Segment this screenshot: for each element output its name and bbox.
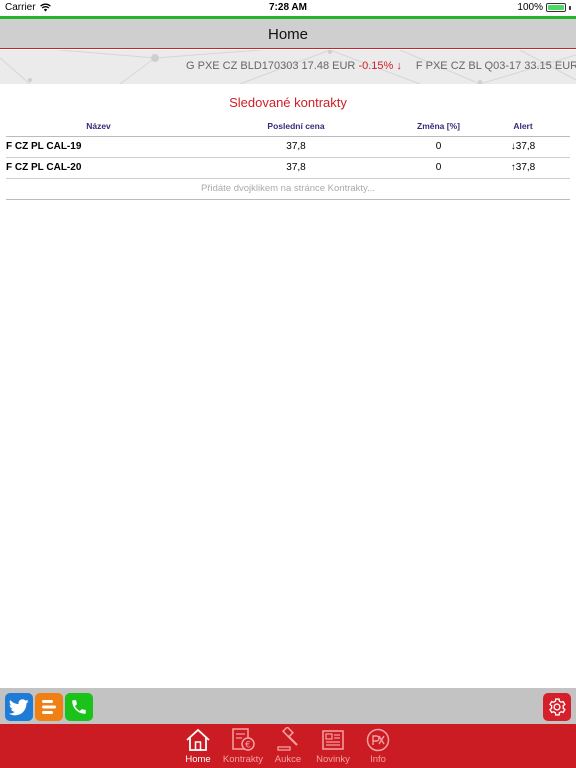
- app-screen: Carrier 7:28 AM 100% Home G PXE CZ BLD17…: [0, 0, 576, 768]
- ticker-item-text: G PXE CZ BLD170303 17.48 EUR: [186, 60, 356, 72]
- tab-info[interactable]: Info: [354, 726, 402, 766]
- column-header-name: Název: [6, 117, 191, 137]
- tab-label: Novinky: [316, 754, 350, 765]
- phone-icon: [72, 700, 86, 714]
- twitter-icon: [9, 698, 29, 715]
- ticker-item-text: F PXE CZ BL Q03-17 33.15 EUR: [415, 60, 576, 72]
- tab-label: Kontrakty: [222, 754, 264, 765]
- table-row[interactable]: F CZ PL CAL-20 37,8 0 ↑37,8: [6, 157, 570, 179]
- phone-button[interactable]: [65, 693, 93, 721]
- home-icon: [186, 728, 210, 751]
- price-ticker[interactable]: G PXE CZ BLD170303 17.48 EUR -0.15% ↓ F …: [0, 50, 576, 84]
- contract-name: F CZ PL CAL-20: [6, 157, 191, 179]
- e-logo-button[interactable]: [35, 693, 63, 721]
- tab-label: Info: [370, 754, 386, 765]
- contract-alert[interactable]: ↑37,8: [476, 157, 570, 179]
- clock: 7:28 AM: [269, 2, 307, 13]
- ticker-item: F PXE CZ BL Q03-17 33.15 EUR 0%: [416, 60, 576, 72]
- gear-icon: [549, 698, 566, 716]
- contract-change: 0: [401, 136, 476, 158]
- watched-contracts-table: Název Poslední cena Změna [%] Alert F CZ…: [6, 117, 570, 200]
- battery-percent: 100%: [517, 2, 543, 13]
- column-header-alert: Alert: [476, 117, 570, 137]
- section-title: Sledované kontrakty: [229, 95, 347, 110]
- contract-price: 37,8: [191, 157, 401, 179]
- column-header-change: Změna [%]: [401, 117, 476, 137]
- tab-novinky[interactable]: Novinky: [309, 726, 357, 766]
- navigation-bar: Home: [0, 19, 576, 49]
- settings-button[interactable]: [543, 693, 571, 721]
- tab-label: Home: [185, 754, 211, 765]
- page-title: Home: [267, 26, 308, 43]
- tab-bar: Home € Kontrakty Aukce Novinky Info: [0, 724, 576, 768]
- ticker-item: G PXE CZ BLD170303 17.48 EUR -0.15% ↓: [186, 60, 402, 72]
- add-contract-hint: Přidáte dvojklikem na stránce Kontrakty.…: [6, 178, 570, 200]
- news-icon: [322, 730, 344, 750]
- contract-alert[interactable]: ↓37,8: [476, 136, 570, 158]
- twitter-button[interactable]: [5, 693, 33, 721]
- social-bar: [0, 688, 576, 724]
- ticker-item-change: -0.15% ↓: [358, 60, 402, 72]
- status-bar: Carrier 7:28 AM 100%: [0, 0, 576, 16]
- battery-icon: [546, 3, 566, 12]
- ticker-items: G PXE CZ BLD170303 17.48 EUR -0.15% ↓ F …: [186, 60, 576, 72]
- contracts-icon: €: [232, 728, 255, 751]
- column-header-price: Poslední cena: [191, 117, 401, 137]
- tab-home[interactable]: Home: [174, 726, 222, 766]
- battery-indicator: 100%: [517, 2, 571, 13]
- contract-price: 37,8: [191, 136, 401, 158]
- tab-aukce[interactable]: Aukce: [264, 726, 312, 766]
- table-header-row: Název Poslední cena Změna [%] Alert: [6, 117, 570, 137]
- gavel-icon: [277, 727, 298, 751]
- table-row[interactable]: F CZ PL CAL-19 37,8 0 ↓37,8: [6, 136, 570, 158]
- e-logo-icon: [42, 700, 56, 714]
- svg-text:€: €: [245, 741, 251, 751]
- info-logo-icon: [366, 728, 390, 752]
- contract-name: F CZ PL CAL-19: [6, 136, 191, 158]
- hint-row: Přidáte dvojklikem na stránce Kontrakty.…: [6, 178, 570, 200]
- tab-kontrakty[interactable]: € Kontrakty: [219, 726, 267, 766]
- tab-label: Aukce: [274, 754, 302, 765]
- contract-change: 0: [401, 157, 476, 179]
